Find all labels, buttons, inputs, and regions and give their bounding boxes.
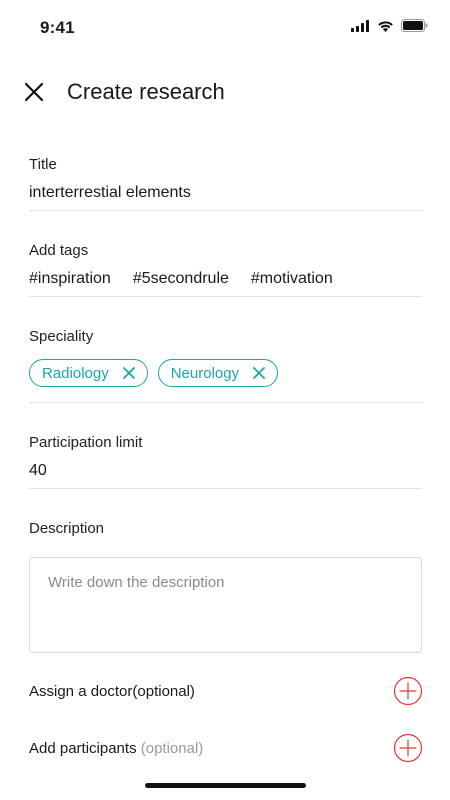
tag-item[interactable]: #motivation — [251, 270, 333, 288]
status-time: 9:41 — [40, 18, 75, 37]
page-title: Create research — [67, 79, 225, 104]
close-icon[interactable] — [253, 367, 265, 379]
tag-item[interactable]: #inspiration — [29, 270, 111, 288]
cellular-signal-icon — [351, 19, 369, 32]
assign-doctor-row[interactable]: Assign a doctor(optional) — [29, 676, 423, 708]
participation-limit-label: Participation limit — [29, 434, 143, 451]
divider — [29, 402, 422, 403]
wifi-icon — [378, 20, 393, 32]
title-label: Title — [29, 156, 57, 173]
tags-label: Add tags — [29, 242, 89, 259]
add-participants-text: Add participants — [29, 740, 137, 757]
status-icons — [351, 19, 428, 32]
speciality-label: Speciality — [29, 328, 94, 345]
chip-label: Neurology — [170, 364, 240, 382]
add-participants-label: Add participants (optional) — [29, 740, 203, 757]
optional-hint: (optional) — [140, 740, 204, 757]
chip-neurology[interactable]: Neurology — [157, 359, 279, 387]
description-label: Description — [29, 520, 105, 537]
chip-radiology[interactable]: Radiology — [29, 359, 148, 387]
divider — [29, 210, 422, 211]
battery-icon — [401, 19, 428, 32]
divider — [29, 296, 422, 297]
title-field[interactable]: Title interterrestial elements — [29, 156, 422, 202]
divider — [29, 488, 422, 489]
description-field: Description — [29, 520, 422, 537]
speciality-chips: Radiology Neurology — [29, 359, 422, 387]
header: Create research — [0, 72, 450, 112]
participation-limit-field[interactable]: Participation limit 40 — [29, 434, 422, 480]
tags-field[interactable]: Add tags #inspiration #5secondrule #moti… — [29, 242, 422, 288]
status-bar: 9:41 — [0, 0, 450, 56]
tags-list[interactable]: #inspiration #5secondrule #motivation — [29, 270, 422, 288]
assign-doctor-label: Assign a doctor(optional) — [29, 683, 195, 700]
title-input[interactable]: interterrestial elements — [29, 184, 422, 202]
participation-limit-input[interactable]: 40 — [29, 462, 422, 480]
home-indicator — [145, 783, 306, 788]
plus-circle-icon[interactable] — [393, 733, 423, 763]
description-input[interactable] — [48, 574, 403, 636]
add-participants-row[interactable]: Add participants (optional) — [29, 733, 423, 765]
close-icon[interactable] — [122, 367, 135, 379]
description-box[interactable] — [29, 557, 422, 653]
plus-circle-icon[interactable] — [393, 676, 423, 706]
tag-item[interactable]: #5secondrule — [133, 270, 229, 288]
speciality-field: Speciality Radiology Neurology — [29, 328, 422, 387]
close-icon[interactable] — [22, 80, 46, 104]
chip-label: Radiology — [42, 364, 109, 382]
